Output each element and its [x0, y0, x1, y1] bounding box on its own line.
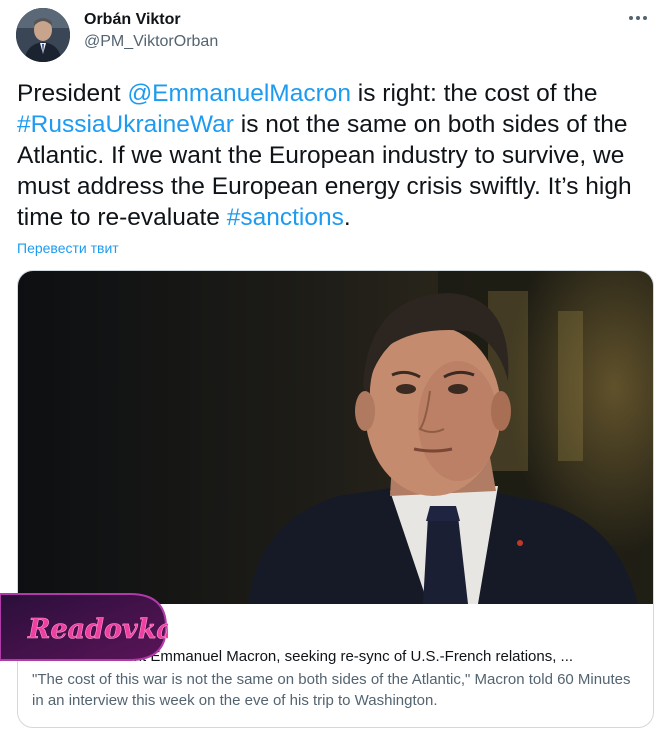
- author-name[interactable]: Orbán Viktor: [84, 11, 181, 29]
- tweet-text-segment: .: [343, 204, 351, 231]
- card-image: [18, 271, 653, 604]
- readovka-watermark-logo: Readovka: [0, 593, 168, 661]
- person-portrait-icon: [16, 8, 70, 62]
- author-handle[interactable]: @PM_ViktorOrban: [84, 33, 218, 51]
- hashtag-link[interactable]: #RussiaUkraineWar: [17, 111, 234, 138]
- hashtag-link[interactable]: #sanctions: [227, 204, 344, 231]
- more-options-button[interactable]: [624, 8, 652, 28]
- mention-link[interactable]: @EmmanuelMacron: [127, 80, 351, 107]
- tweet-text-segment: President: [17, 80, 128, 107]
- translate-tweet-link[interactable]: Перевести твит: [17, 240, 119, 256]
- author-avatar[interactable]: [16, 8, 70, 62]
- tweet-text: President @EmmanuelMacron is right: the …: [17, 78, 653, 233]
- card-description: "The cost of this war is not the same on…: [32, 671, 631, 709]
- svg-text:Readovka: Readovka: [27, 614, 168, 645]
- more-dots-icon: [629, 16, 647, 20]
- tweet-text-segment: is right: the cost of the: [350, 80, 598, 107]
